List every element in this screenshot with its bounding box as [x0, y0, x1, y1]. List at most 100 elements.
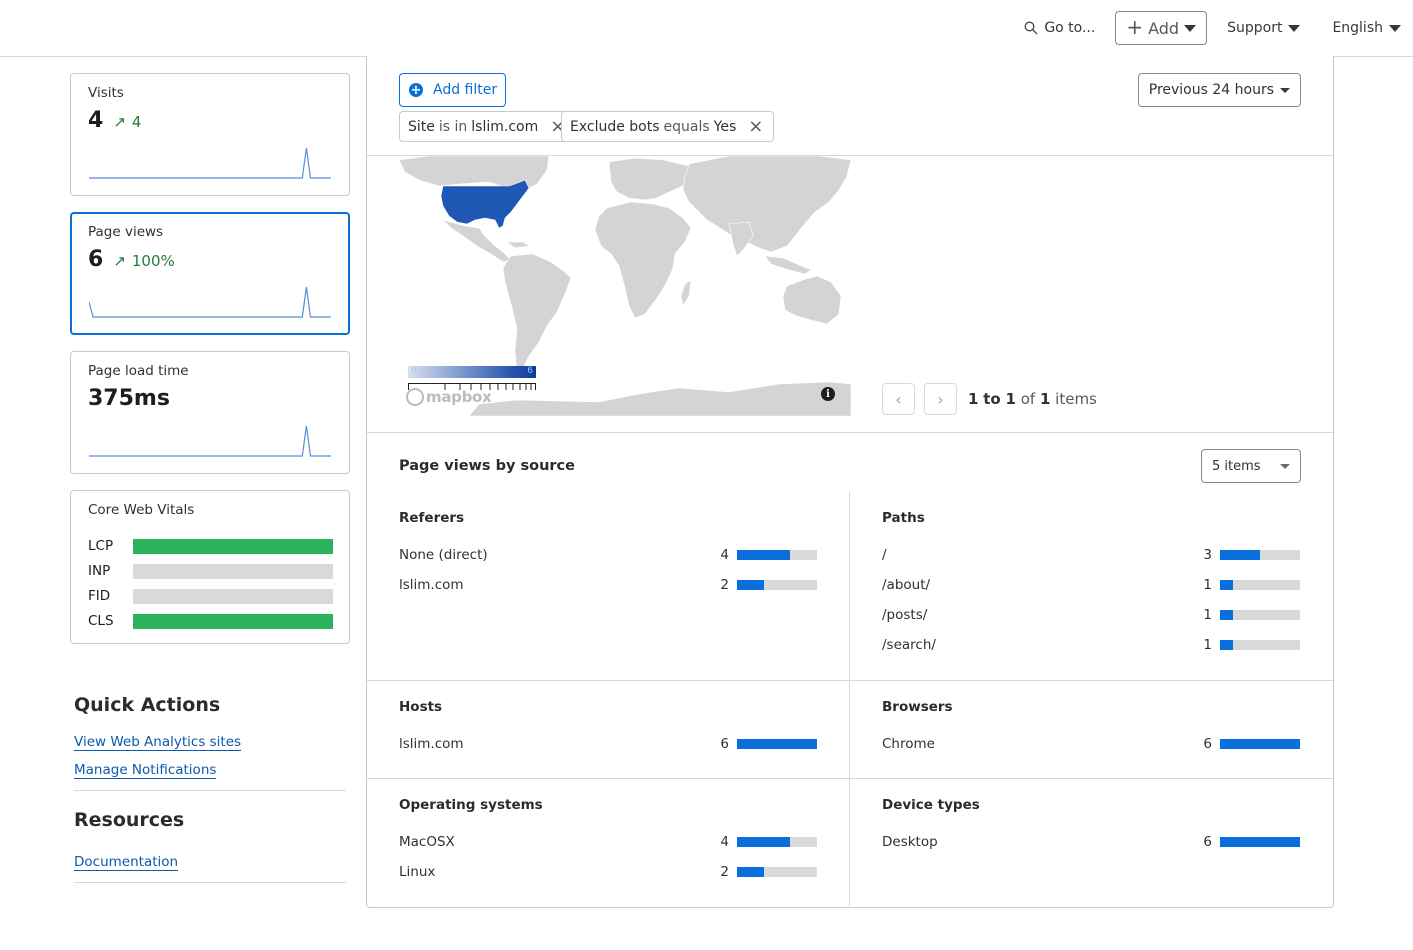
source-section-paths: Paths/3/about/1/posts/1/search/1 — [882, 510, 1300, 660]
items-count-label: 5 items — [1212, 458, 1261, 474]
pager-word-of: of — [1020, 390, 1036, 408]
filter-operator: equals — [663, 118, 710, 135]
source-row-bar-fill — [1220, 580, 1234, 590]
source-row[interactable]: Desktop 6 — [882, 827, 1300, 857]
source-row-count: 6 — [720, 736, 729, 752]
divider — [367, 680, 1333, 681]
pager-to: 1 — [1005, 390, 1016, 408]
source-row-label: /posts/ — [882, 607, 928, 623]
source-row[interactable]: lslim.com 2 — [399, 570, 817, 600]
items-count-select[interactable]: 5 items — [1201, 449, 1301, 483]
world-map[interactable]: 0 6 mapbox i — [399, 156, 851, 416]
filter-chip-site[interactable]: Site is in lslim.com × — [399, 111, 577, 142]
add-filter-button[interactable]: + Add filter — [399, 73, 507, 107]
quick-actions-heading: Quick Actions — [74, 694, 221, 716]
source-row-count: 1 — [1203, 607, 1212, 623]
source-row-count: 1 — [1203, 637, 1212, 653]
add-filter-label: Add filter — [433, 82, 498, 98]
cwv-row-lcp: LCP — [88, 538, 334, 554]
info-icon[interactable]: i — [821, 387, 835, 401]
metric-card-page-load-time[interactable]: Page load time 375ms — [70, 351, 350, 474]
legend-gradient: 0 6 — [408, 366, 536, 378]
page-views-by-source-title: Page views by source — [399, 458, 575, 474]
sparkline — [89, 147, 331, 179]
region-caribbean — [506, 241, 530, 249]
metric-card-visits[interactable]: Visits 4 ↗ 4 — [70, 73, 350, 196]
sparkline-path — [89, 147, 331, 179]
region-africa — [594, 201, 692, 319]
time-range-select[interactable]: Previous 24 hours — [1137, 73, 1301, 107]
cwv-row-cls: CLS — [88, 613, 334, 629]
pager-word-to: to — [983, 390, 1001, 408]
source-row-bar — [1220, 610, 1300, 620]
source-row[interactable]: Chrome 6 — [882, 729, 1300, 759]
section-title: Device types — [882, 797, 980, 813]
metric-delta-value: 100% — [131, 252, 175, 270]
metric-number: 6 — [88, 247, 104, 272]
cwv-row-fid: FID — [88, 588, 334, 604]
source-row-bar-fill — [1220, 610, 1234, 620]
source-row-bar — [737, 580, 817, 590]
mapbox-logo-icon — [406, 388, 424, 406]
source-row[interactable]: /3 — [882, 540, 1300, 570]
caret-down-icon — [1280, 87, 1290, 93]
goto-button[interactable]: Go to... — [1024, 20, 1095, 36]
sparkline — [89, 425, 331, 457]
divider — [367, 432, 1333, 433]
metric-number: 4 — [88, 108, 104, 133]
pagination-text: 1 to 1 of 1 items — [968, 390, 1097, 408]
region-australia — [782, 275, 842, 325]
support-dropdown[interactable]: Support — [1227, 20, 1301, 36]
prev-page-button[interactable]: ‹ — [882, 383, 915, 415]
sparkline — [89, 286, 331, 318]
source-row-bar-fill — [737, 739, 817, 749]
source-row-count: 6 — [1203, 736, 1212, 752]
caret-down-icon — [1288, 24, 1301, 32]
filter-chip-exclude-bots[interactable]: Exclude bots equals Yes × — [561, 111, 775, 142]
divider — [367, 778, 1333, 779]
top-nav: Go to... + Add Support English — [1024, 0, 1413, 56]
source-row-label: Chrome — [882, 736, 935, 752]
metric-number: 375ms — [88, 386, 170, 411]
legend-max: 6 — [527, 366, 533, 376]
mapbox-attribution[interactable]: mapbox — [406, 388, 492, 406]
section-title: Operating systems — [399, 797, 543, 813]
cwv-title: Core Web Vitals — [88, 502, 195, 518]
resources-heading: Resources — [74, 809, 185, 831]
source-row[interactable]: lslim.com 6 — [399, 729, 817, 759]
core-web-vitals-card[interactable]: Core Web Vitals LCP INP FID CLS — [70, 490, 350, 644]
view-web-analytics-sites-link[interactable]: View Web Analytics sites — [74, 734, 242, 751]
source-row[interactable]: None (direct) 4 — [399, 540, 817, 570]
source-row[interactable]: /search/1 — [882, 630, 1300, 660]
add-button[interactable]: + Add — [1115, 11, 1208, 45]
source-row[interactable]: MacOSX 4 — [399, 827, 817, 857]
source-row-bar-fill — [737, 580, 764, 590]
source-row[interactable]: Linux 2 — [399, 857, 817, 887]
language-label: English — [1332, 20, 1383, 36]
language-dropdown[interactable]: English — [1332, 20, 1401, 36]
main-panel: + Add filter Site is in lslim.com × Excl… — [366, 56, 1334, 908]
source-section-hosts: Hosts lslim.com 6 — [399, 699, 817, 759]
source-row-label: /about/ — [882, 577, 931, 593]
documentation-link[interactable]: Documentation — [74, 854, 179, 871]
filter-operator: is in — [438, 118, 468, 135]
manage-notifications-link[interactable]: Manage Notifications — [74, 762, 217, 779]
source-row[interactable]: /posts/1 — [882, 600, 1300, 630]
support-label: Support — [1227, 20, 1283, 36]
cwv-bar — [133, 563, 333, 579]
metric-delta: ↗ 100% — [113, 252, 174, 270]
metric-delta: ↗ 4 — [113, 113, 141, 131]
metric-value: 375ms — [88, 386, 170, 411]
chevron-left-icon: ‹ — [895, 389, 902, 409]
divider — [74, 882, 346, 883]
next-page-button[interactable]: › — [924, 383, 957, 415]
close-icon[interactable]: × — [748, 117, 763, 136]
source-section-operating-systems: Operating systems MacOSX 4 Linux 2 — [399, 797, 817, 887]
metric-card-page-views[interactable]: Page views 6 ↗ 100% — [70, 212, 350, 335]
region-south-america — [502, 253, 572, 373]
source-row[interactable]: /about/1 — [882, 570, 1300, 600]
source-row-label: lslim.com — [399, 736, 464, 752]
metric-label: Page load time — [88, 363, 189, 379]
region-madagascar — [680, 279, 692, 307]
region-se-asia — [764, 255, 812, 275]
